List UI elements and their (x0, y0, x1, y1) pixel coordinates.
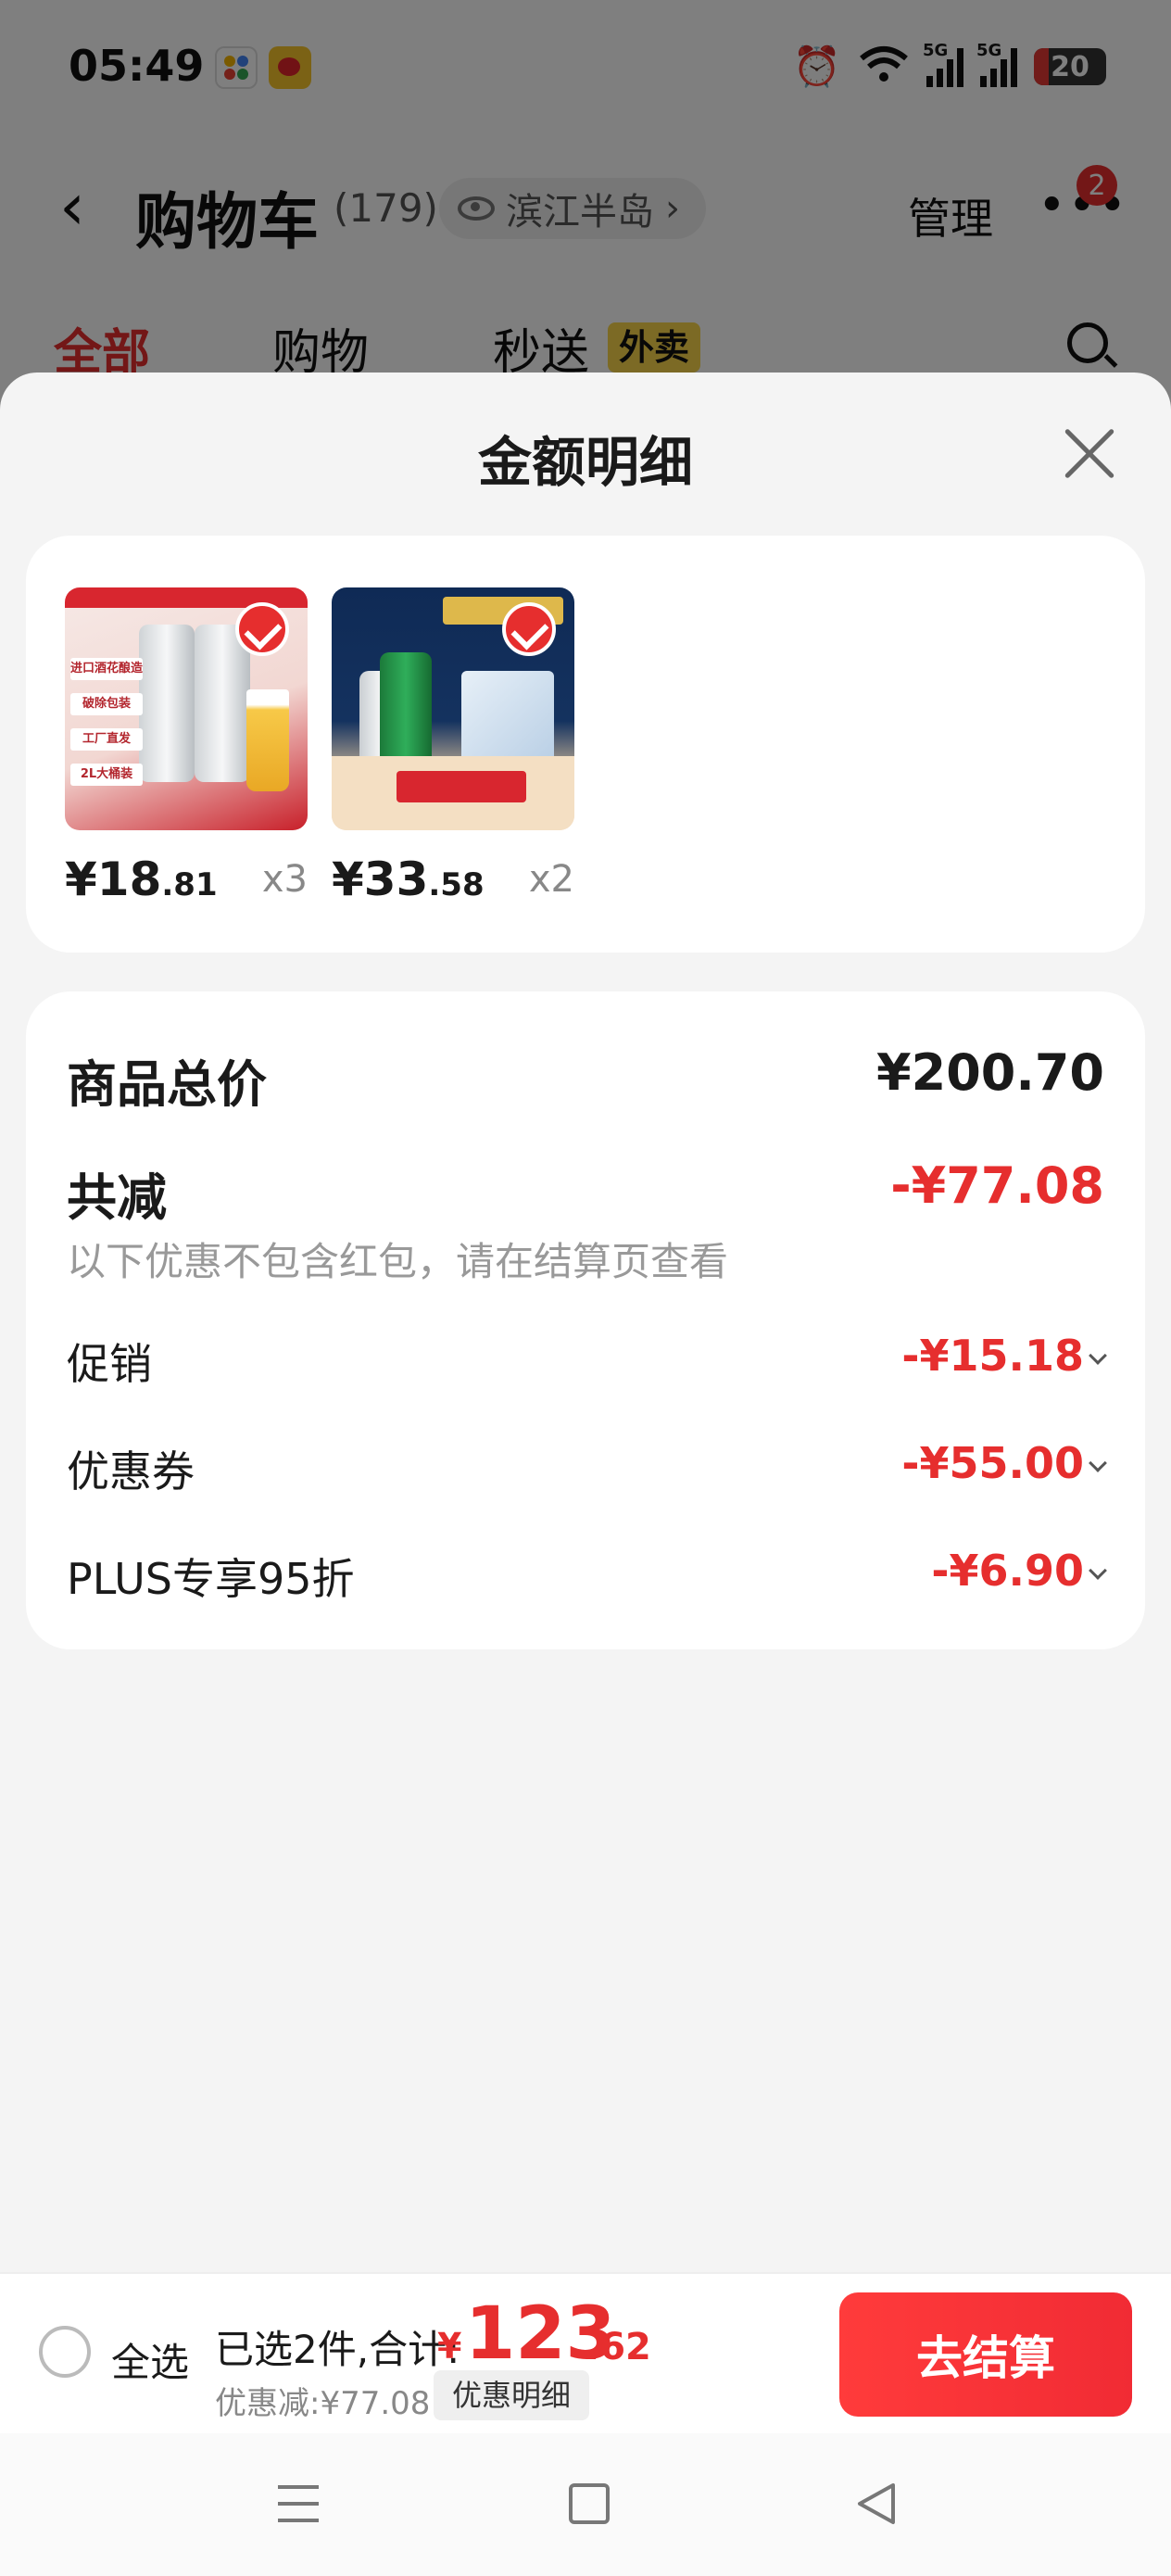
product-quantity: x3 (261, 858, 308, 901)
product-item[interactable]: ¥33.58 x2 (332, 587, 574, 906)
select-all-label[interactable]: 全选 (111, 2331, 189, 2388)
system-navigation (0, 2433, 1171, 2576)
home-icon[interactable] (569, 2483, 610, 2524)
chevron-down-icon[interactable] (1089, 1346, 1107, 1365)
reduce-value: -¥77.08 (890, 1156, 1104, 1215)
total-label: 商品总价 (67, 1055, 267, 1114)
reduce-label: 共减 (67, 1168, 167, 1227)
discount-info: 优惠减:¥77.08 (215, 2385, 431, 2422)
selected-products-card: 进口酒花酿造 破除包装 工厂直发 2L大桶装 ¥18.81 x3 ¥33.58 … (26, 536, 1145, 953)
sheet-title: 金额明细 (477, 431, 693, 494)
product-price: ¥33.58 (332, 852, 485, 906)
product-quantity: x2 (528, 858, 574, 901)
checkout-bar: 全选 已选2件,合计: ¥ 123 .62 优惠减:¥77.08 优惠明细 去结… (0, 2272, 1171, 2433)
currency-symbol: ¥ (437, 2326, 462, 2367)
select-all-radio[interactable] (39, 2326, 91, 2378)
coupon-value: -¥55.00 (901, 1438, 1084, 1488)
checkout-button[interactable]: 去结算 (839, 2292, 1132, 2417)
selected-check-icon (502, 602, 556, 656)
product-price: ¥18.81 (65, 852, 218, 906)
price-summary-card: 商品总价 ¥200.70 共减 -¥77.08 以下优惠不包含红包，请在结算页查… (26, 991, 1145, 1649)
chevron-down-icon[interactable] (1089, 1454, 1107, 1472)
promotion-value: -¥15.18 (901, 1331, 1084, 1381)
selected-check-icon (235, 602, 289, 656)
chevron-down-icon[interactable] (1089, 1561, 1107, 1580)
menu-icon[interactable] (278, 2485, 319, 2522)
selected-info: 已选2件,合计: (215, 2327, 460, 2372)
discount-note: 以下优惠不包含红包，请在结算页查看 (67, 1239, 729, 1284)
promotion-row[interactable]: 促销 -¥15.18 (67, 1331, 1107, 1389)
total-amount-decimal: .62 (586, 2326, 651, 2368)
promotion-label: 促销 (67, 1339, 152, 1389)
plus-discount-label: PLUS专享95折 (67, 1554, 355, 1604)
coupon-row[interactable]: 优惠券 -¥55.00 (67, 1438, 1107, 1496)
plus-discount-value: -¥6.90 (931, 1546, 1084, 1596)
discount-detail-button[interactable]: 优惠明细 (434, 2370, 590, 2420)
close-icon[interactable] (1062, 426, 1117, 482)
plus-discount-row[interactable]: PLUS专享95折 -¥6.90 (67, 1546, 1107, 1604)
coupon-label: 优惠券 (67, 1446, 195, 1496)
amount-detail-sheet: 金额明细 进口酒花酿造 破除包装 工厂直发 2L大桶装 ¥18.81 x3 ¥3… (0, 373, 1171, 2576)
product-item[interactable]: 进口酒花酿造 破除包装 工厂直发 2L大桶装 ¥18.81 x3 (65, 587, 308, 906)
total-value: ¥200.70 (876, 1043, 1104, 1102)
